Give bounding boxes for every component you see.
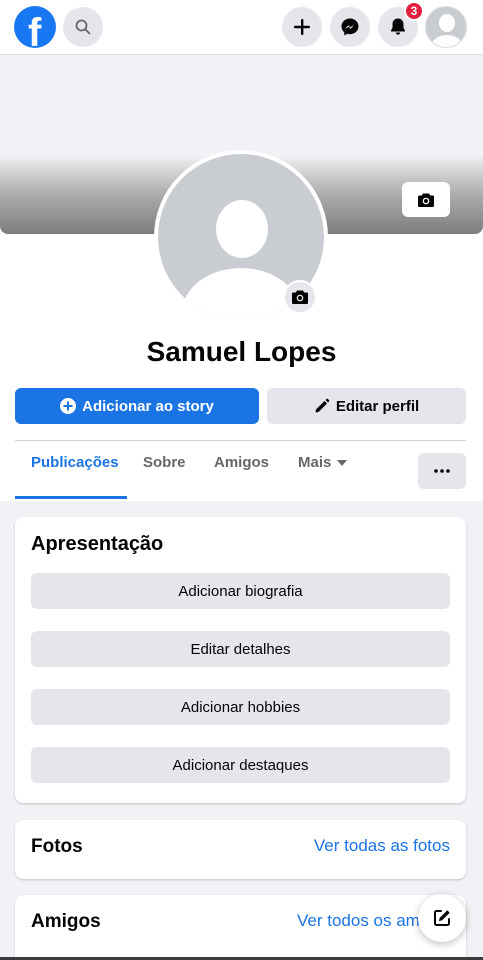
friends-card: Amigos Ver todos os am <box>15 895 466 957</box>
notification-badge: 3 <box>404 1 424 21</box>
camera-icon <box>292 290 308 304</box>
edit-profile-picture-button[interactable] <box>283 280 317 314</box>
add-to-story-label: Adicionar ao story <box>82 397 214 415</box>
compose-icon <box>434 910 450 926</box>
logo-letter: f <box>28 11 42 48</box>
profile-name: Samuel Lopes <box>146 336 337 367</box>
intro-card: Apresentação Adicionar biografia Editar … <box>15 517 466 803</box>
tab-more-label: Mais <box>298 454 332 471</box>
messenger-button[interactable] <box>330 7 370 47</box>
plus-circle-icon <box>60 398 77 414</box>
tab-about-label: Sobre <box>143 454 186 471</box>
pencil-icon <box>315 398 330 413</box>
photos-title: Fotos <box>31 836 83 857</box>
tab-about[interactable]: Sobre <box>143 454 186 498</box>
more-options-button[interactable] <box>418 453 466 489</box>
tab-friends[interactable]: Amigos <box>214 454 269 498</box>
see-all-friends-link[interactable]: Ver todos os am <box>297 911 420 931</box>
edit-profile-button[interactable]: Editar perfil <box>267 388 466 424</box>
silhouette-head <box>216 200 268 258</box>
active-tab-indicator <box>15 496 127 499</box>
top-bar: f 3 <box>0 0 483 55</box>
avatar-silhouette-icon <box>426 7 466 47</box>
see-all-photos-link[interactable]: Ver todas as fotos <box>314 836 450 856</box>
bell-icon <box>391 18 405 35</box>
search-icon <box>75 19 91 35</box>
photos-card: Fotos Ver todas as fotos <box>15 820 466 879</box>
camera-icon <box>418 193 434 207</box>
more-dots-icon <box>434 469 450 473</box>
create-button[interactable] <box>282 7 322 47</box>
tab-more[interactable]: Mais <box>298 454 348 498</box>
tab-posts-label: Publicações <box>31 454 119 471</box>
add-bio-button[interactable]: Adicionar biografia <box>31 573 450 609</box>
edit-details-button[interactable]: Editar detalhes <box>31 631 450 667</box>
friends-title: Amigos <box>31 911 101 932</box>
profile-header: Samuel Lopes Adicionar ao story Editar p… <box>0 56 483 501</box>
plus-icon <box>294 19 310 35</box>
tab-posts[interactable]: Publicações <box>31 454 119 498</box>
facebook-logo[interactable]: f <box>14 6 56 48</box>
account-avatar[interactable] <box>425 6 467 48</box>
messenger-icon <box>341 18 359 36</box>
intro-title: Apresentação <box>31 533 164 555</box>
edit-cover-button[interactable] <box>402 182 450 217</box>
add-hobbies-button[interactable]: Adicionar hobbies <box>31 689 450 725</box>
compose-button[interactable] <box>418 894 466 942</box>
tab-friends-label: Amigos <box>214 454 270 471</box>
add-featured-button[interactable]: Adicionar destaques <box>31 747 450 783</box>
caret-down-icon <box>337 460 348 466</box>
divider <box>15 440 466 441</box>
add-to-story-button[interactable]: Adicionar ao story <box>15 388 259 424</box>
search-button[interactable] <box>63 7 103 47</box>
edit-profile-label: Editar perfil <box>335 397 420 415</box>
